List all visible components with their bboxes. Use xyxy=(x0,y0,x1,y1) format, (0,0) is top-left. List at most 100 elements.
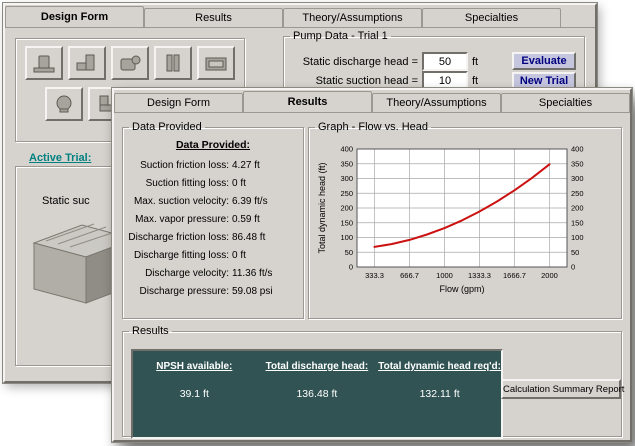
design-tab-bar: Design Form Results Theory/Assumptions S… xyxy=(5,5,595,28)
evaluate-button[interactable]: Evaluate xyxy=(512,52,576,70)
pipe-elbow-icon xyxy=(76,54,95,71)
row-label: Discharge velocity: xyxy=(145,267,229,279)
svg-text:300: 300 xyxy=(340,174,353,183)
calculation-summary-report-button[interactable]: Calculation Summary Report xyxy=(501,379,624,399)
svg-text:0: 0 xyxy=(349,263,353,272)
row-value: 0 ft xyxy=(232,249,246,261)
palette-row-1 xyxy=(16,39,244,80)
svg-text:300: 300 xyxy=(571,174,584,183)
palette-button-pipe-elbow[interactable] xyxy=(68,46,106,80)
svg-text:150: 150 xyxy=(571,218,584,227)
static-discharge-head-input[interactable] xyxy=(422,52,468,71)
tab-theory-assumptions[interactable]: Theory/Assumptions xyxy=(283,8,422,27)
flow-vs-head-chart: 0 0 50 50 100 100 150 150 200 200 250 250 300 300 350 3… xyxy=(317,145,584,295)
self-priming-pump-icon xyxy=(120,55,141,71)
max-suction-velocity-row: Max. suction velocity: 6.39 ft/s xyxy=(123,192,303,210)
static-discharge-head-row: Static discharge head = ft xyxy=(288,52,498,71)
open-tank-icon xyxy=(205,57,227,71)
svg-text:666.7: 666.7 xyxy=(400,271,419,280)
svg-text:150: 150 xyxy=(340,218,353,227)
svg-text:Flow (gpm): Flow (gpm) xyxy=(439,284,484,294)
svg-text:400: 400 xyxy=(340,145,353,154)
circulator-pump-icon xyxy=(56,95,72,113)
svg-text:100: 100 xyxy=(340,233,353,242)
palette-button-open-tank[interactable] xyxy=(197,46,235,80)
static-suction-head-unit: ft xyxy=(472,74,479,87)
results-tab-bar: Design Form Results Theory/Assumptions S… xyxy=(114,90,630,113)
data-provided-group-title: Data Provided xyxy=(132,121,202,133)
tab-specialties[interactable]: Specialties xyxy=(422,8,561,27)
palette-button-self-priming-pump[interactable] xyxy=(111,46,149,80)
static-suction-head-label: Static suction head = xyxy=(315,74,418,87)
row-label: Suction friction loss: xyxy=(140,159,229,171)
total-dynamic-head-value: 132.11 ft xyxy=(419,388,460,400)
tab-results[interactable]: Results xyxy=(243,91,372,112)
suction-fitting-loss-row: Suction fitting loss: 0 ft xyxy=(123,174,303,192)
total-dynamic-head-header: Total dynamic head req'd: xyxy=(378,361,501,372)
row-label: Max. vapor pressure: xyxy=(135,213,229,225)
row-value: 86.48 ft xyxy=(232,231,266,243)
graph-group: Graph - Flow vs. Head 0 0 50 50 100 100 150 150… xyxy=(308,121,622,319)
svg-text:50: 50 xyxy=(345,248,353,257)
suction-friction-loss-row: Suction friction loss: 4.27 ft xyxy=(123,156,303,174)
svg-text:100: 100 xyxy=(571,233,584,242)
static-discharge-head-unit: ft xyxy=(472,55,479,68)
vertical-inline-pump-icon xyxy=(166,54,180,72)
npsh-available-value: 39.1 ft xyxy=(179,388,209,400)
svg-text:350: 350 xyxy=(340,159,353,168)
svg-text:400: 400 xyxy=(571,145,584,154)
discharge-velocity-row: Discharge velocity: 11.36 ft/s xyxy=(123,264,303,282)
static-suction-caption: Static suc xyxy=(42,195,90,207)
discharge-friction-loss-row: Discharge friction loss: 86.48 ft xyxy=(123,228,303,246)
npsh-available-header: NPSH available: xyxy=(156,361,233,372)
row-label: Discharge fitting loss: xyxy=(133,249,229,261)
data-provided-group: Data Provided Data Provided: Suction fri… xyxy=(122,121,304,319)
total-discharge-head-value: 136.48 ft xyxy=(296,388,338,400)
palette-button-circulator-pump[interactable] xyxy=(45,87,83,121)
total-discharge-head-header: Total discharge head: xyxy=(265,361,369,372)
static-discharge-head-label: Static discharge head = xyxy=(302,55,418,68)
data-provided-heading: Data Provided: xyxy=(175,139,251,151)
row-value: 6.39 ft/s xyxy=(232,195,268,207)
palette-button-vertical-inline-pump[interactable] xyxy=(154,46,192,80)
row-value: 4.27 ft xyxy=(232,159,260,171)
discharge-pressure-row: Discharge pressure: 59.08 psi xyxy=(123,282,303,300)
svg-text:200: 200 xyxy=(571,204,584,213)
tab-design-form[interactable]: Design Form xyxy=(114,93,243,112)
svg-text:333.3: 333.3 xyxy=(365,271,384,280)
tab-specialties[interactable]: Specialties xyxy=(501,93,630,112)
end-suction-pump-icon xyxy=(33,55,55,73)
svg-text:0: 0 xyxy=(571,263,575,272)
row-label: Discharge friction loss: xyxy=(128,231,229,243)
results-group-title: Results xyxy=(132,325,169,337)
total-dynamic-head-column: Total dynamic head req'd: 132.11 ft xyxy=(378,351,501,437)
svg-text:250: 250 xyxy=(340,189,353,198)
svg-text:Total dynamic head (ft): Total dynamic head (ft) xyxy=(317,162,327,253)
max-vapor-pressure-row: Max. vapor pressure: 0.59 ft xyxy=(123,210,303,228)
graph-group-title: Graph - Flow vs. Head xyxy=(318,121,429,133)
data-provided-rows: Suction friction loss: 4.27 ft Suction f… xyxy=(123,156,303,300)
svg-text:2000: 2000 xyxy=(541,271,558,280)
results-group: Results NPSH available: 39.1 ft Total di… xyxy=(122,325,624,439)
row-label: Suction fitting loss: xyxy=(145,177,229,189)
tab-theory-assumptions[interactable]: Theory/Assumptions xyxy=(372,93,501,112)
tab-design-form[interactable]: Design Form xyxy=(5,6,144,27)
results-body: Data Provided Data Provided: Suction fri… xyxy=(114,113,630,440)
row-value: 11.36 ft/s xyxy=(232,267,273,279)
row-value: 59.08 psi xyxy=(232,285,273,297)
total-discharge-head-column: Total discharge head: 136.48 ft xyxy=(256,351,379,437)
tab-results[interactable]: Results xyxy=(144,8,283,27)
results-summary-panel: NPSH available: 39.1 ft Total discharge … xyxy=(131,349,503,439)
results-window: Design Form Results Theory/Assumptions S… xyxy=(112,88,632,442)
npsh-available-column: NPSH available: 39.1 ft xyxy=(133,351,256,437)
active-trial-label[interactable]: Active Trial: xyxy=(29,152,91,164)
row-label: Max. suction velocity: xyxy=(133,195,229,207)
row-label: Discharge pressure: xyxy=(139,285,229,297)
row-value: 0 ft xyxy=(232,177,246,189)
svg-text:250: 250 xyxy=(571,189,584,198)
svg-text:1000: 1000 xyxy=(436,271,453,280)
palette-button-end-suction-pump[interactable] xyxy=(25,46,63,80)
svg-text:1333.3: 1333.3 xyxy=(468,271,491,280)
svg-text:1666.7: 1666.7 xyxy=(503,271,526,280)
svg-text:50: 50 xyxy=(571,248,579,257)
